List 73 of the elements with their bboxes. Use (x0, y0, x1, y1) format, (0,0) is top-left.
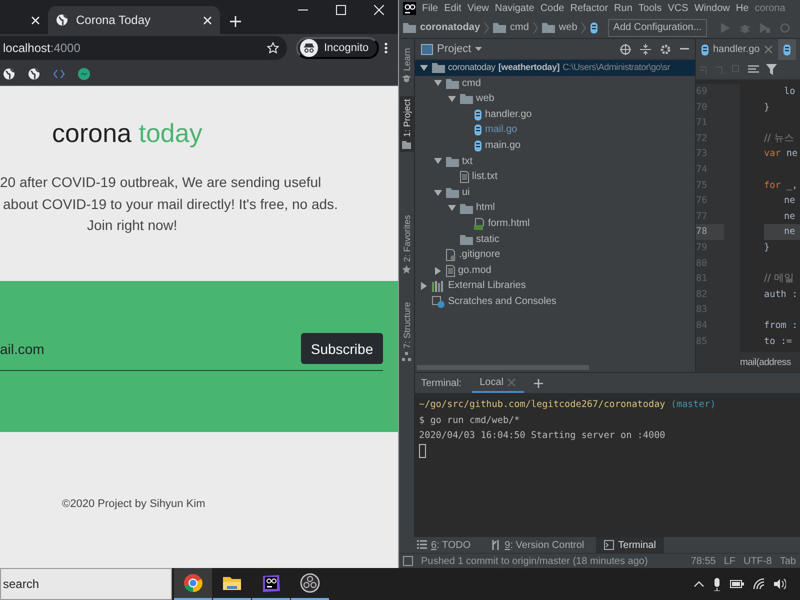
side-tab[interactable]: 1: Project (400, 96, 414, 152)
breadcrumb[interactable]: web (542, 22, 578, 33)
tree-item[interactable]: txt (429, 154, 695, 170)
status-message: Pushed 1 commit to origin/master (18 minutes ago) (421, 556, 648, 566)
tree-item[interactable]: coronatoday [weathertoday] C:\Users\Administrator\go\sr (415, 60, 695, 76)
terminal-line: ~/go/src/github.com/legitcode267/coronatoday (master) (419, 398, 717, 412)
menu-item[interactable]: File (422, 3, 438, 14)
line-separator[interactable]: LF (724, 556, 736, 566)
subscribe-button[interactable]: Subscribe (301, 333, 383, 364)
tree-item[interactable]: External Libraries (415, 278, 695, 294)
side-tab[interactable]: 7: Structure (400, 299, 414, 364)
tree-item[interactable]: form.html (457, 216, 695, 232)
code-line: for _, (764, 178, 799, 193)
tool-window-tab[interactable]: Terminal (596, 537, 664, 553)
tree-item[interactable]: html (443, 200, 695, 216)
code-line: } (764, 100, 771, 115)
code-line: lo (783, 85, 796, 99)
window-title: corona (754, 3, 786, 14)
page-title: corona today (52, 117, 202, 150)
indent-setting[interactable]: Tab (780, 556, 796, 566)
menu-item[interactable]: VCS (668, 3, 688, 14)
tool-window-tab[interactable]: 9: Version Control (482, 537, 592, 553)
code-line: var ne (764, 147, 799, 162)
code-line: // 메일 (764, 272, 795, 286)
intro-text: 20 after COVID-19 outbreak, We are sending useful about COVID-19 to your mail directly! It's free, no ads. Join right now! (0, 173, 338, 235)
tree-item[interactable]: Scratches and Consoles (415, 294, 695, 310)
tree-item[interactable]: cmd (429, 76, 695, 92)
menu-item[interactable]: View (467, 3, 489, 14)
footer-text: ©2020 Project by Sihyun Kim (62, 498, 206, 510)
session-tab[interactable]: Local (472, 373, 524, 393)
side-tab[interactable]: 2: Favorites (400, 212, 414, 278)
code-line: to := (764, 334, 793, 348)
code-line: auth : (764, 288, 799, 302)
menu-item[interactable]: Edit (444, 3, 462, 14)
terminal-line: $ go run cmd/web/* (419, 414, 521, 428)
code-line: // 뉴스 (764, 132, 795, 146)
menu-item[interactable]: Navigate (494, 3, 534, 14)
menu-item[interactable]: Tools (638, 3, 662, 14)
tree-item[interactable]: go.mod (429, 262, 695, 278)
tree-item[interactable]: handler.go (457, 106, 695, 122)
url-text: localhost:4000 (3, 41, 80, 55)
breadcrumb[interactable]: cmd (493, 22, 529, 33)
side-tab[interactable]: Learn (400, 45, 414, 86)
tree-item[interactable]: ui (429, 184, 695, 200)
tree-item[interactable]: .gitignore (429, 247, 695, 263)
search-field[interactable]: search (0, 568, 172, 600)
code-line: ne (783, 194, 796, 208)
code-line: } (764, 240, 771, 255)
tree-item[interactable]: static (443, 232, 695, 248)
breadcrumb[interactable]: coronatoday (403, 22, 480, 33)
tree-item[interactable]: list.txt (443, 169, 695, 185)
line-number: 78 (696, 224, 724, 240)
tree-item[interactable]: main.go (457, 138, 695, 154)
cursor-position[interactable]: 78:55 (690, 556, 716, 566)
menu-item[interactable]: Code (540, 3, 564, 14)
address-bar[interactable]: localhost:4000 (0, 36, 287, 60)
browser-tab[interactable]: Corona Today (48, 6, 220, 34)
menu-item[interactable]: He (736, 3, 749, 14)
tree-item[interactable]: mail.go (457, 122, 695, 138)
file-encoding[interactable]: UTF-8 (744, 556, 772, 566)
panel-title[interactable]: Project (437, 43, 472, 55)
tool-window-tab[interactable]: 6: TODO (409, 537, 479, 553)
incognito-button[interactable]: Incognito (296, 37, 379, 59)
menu-item[interactable]: Refactor (570, 3, 608, 14)
terminal-label: Terminal: (421, 378, 462, 388)
code-line: ne (783, 210, 796, 224)
code-line: from : (764, 318, 799, 333)
menu-item[interactable]: Window (694, 3, 730, 14)
tree-item[interactable]: web (443, 91, 695, 107)
email-field[interactable]: ail.com (0, 340, 301, 356)
run-configuration-button[interactable]: Add Configuration... (608, 18, 707, 36)
terminal-line: 2020/04/03 16:04:50 Starting server on :4000 (419, 429, 666, 444)
menu-item[interactable]: Run (614, 3, 632, 14)
